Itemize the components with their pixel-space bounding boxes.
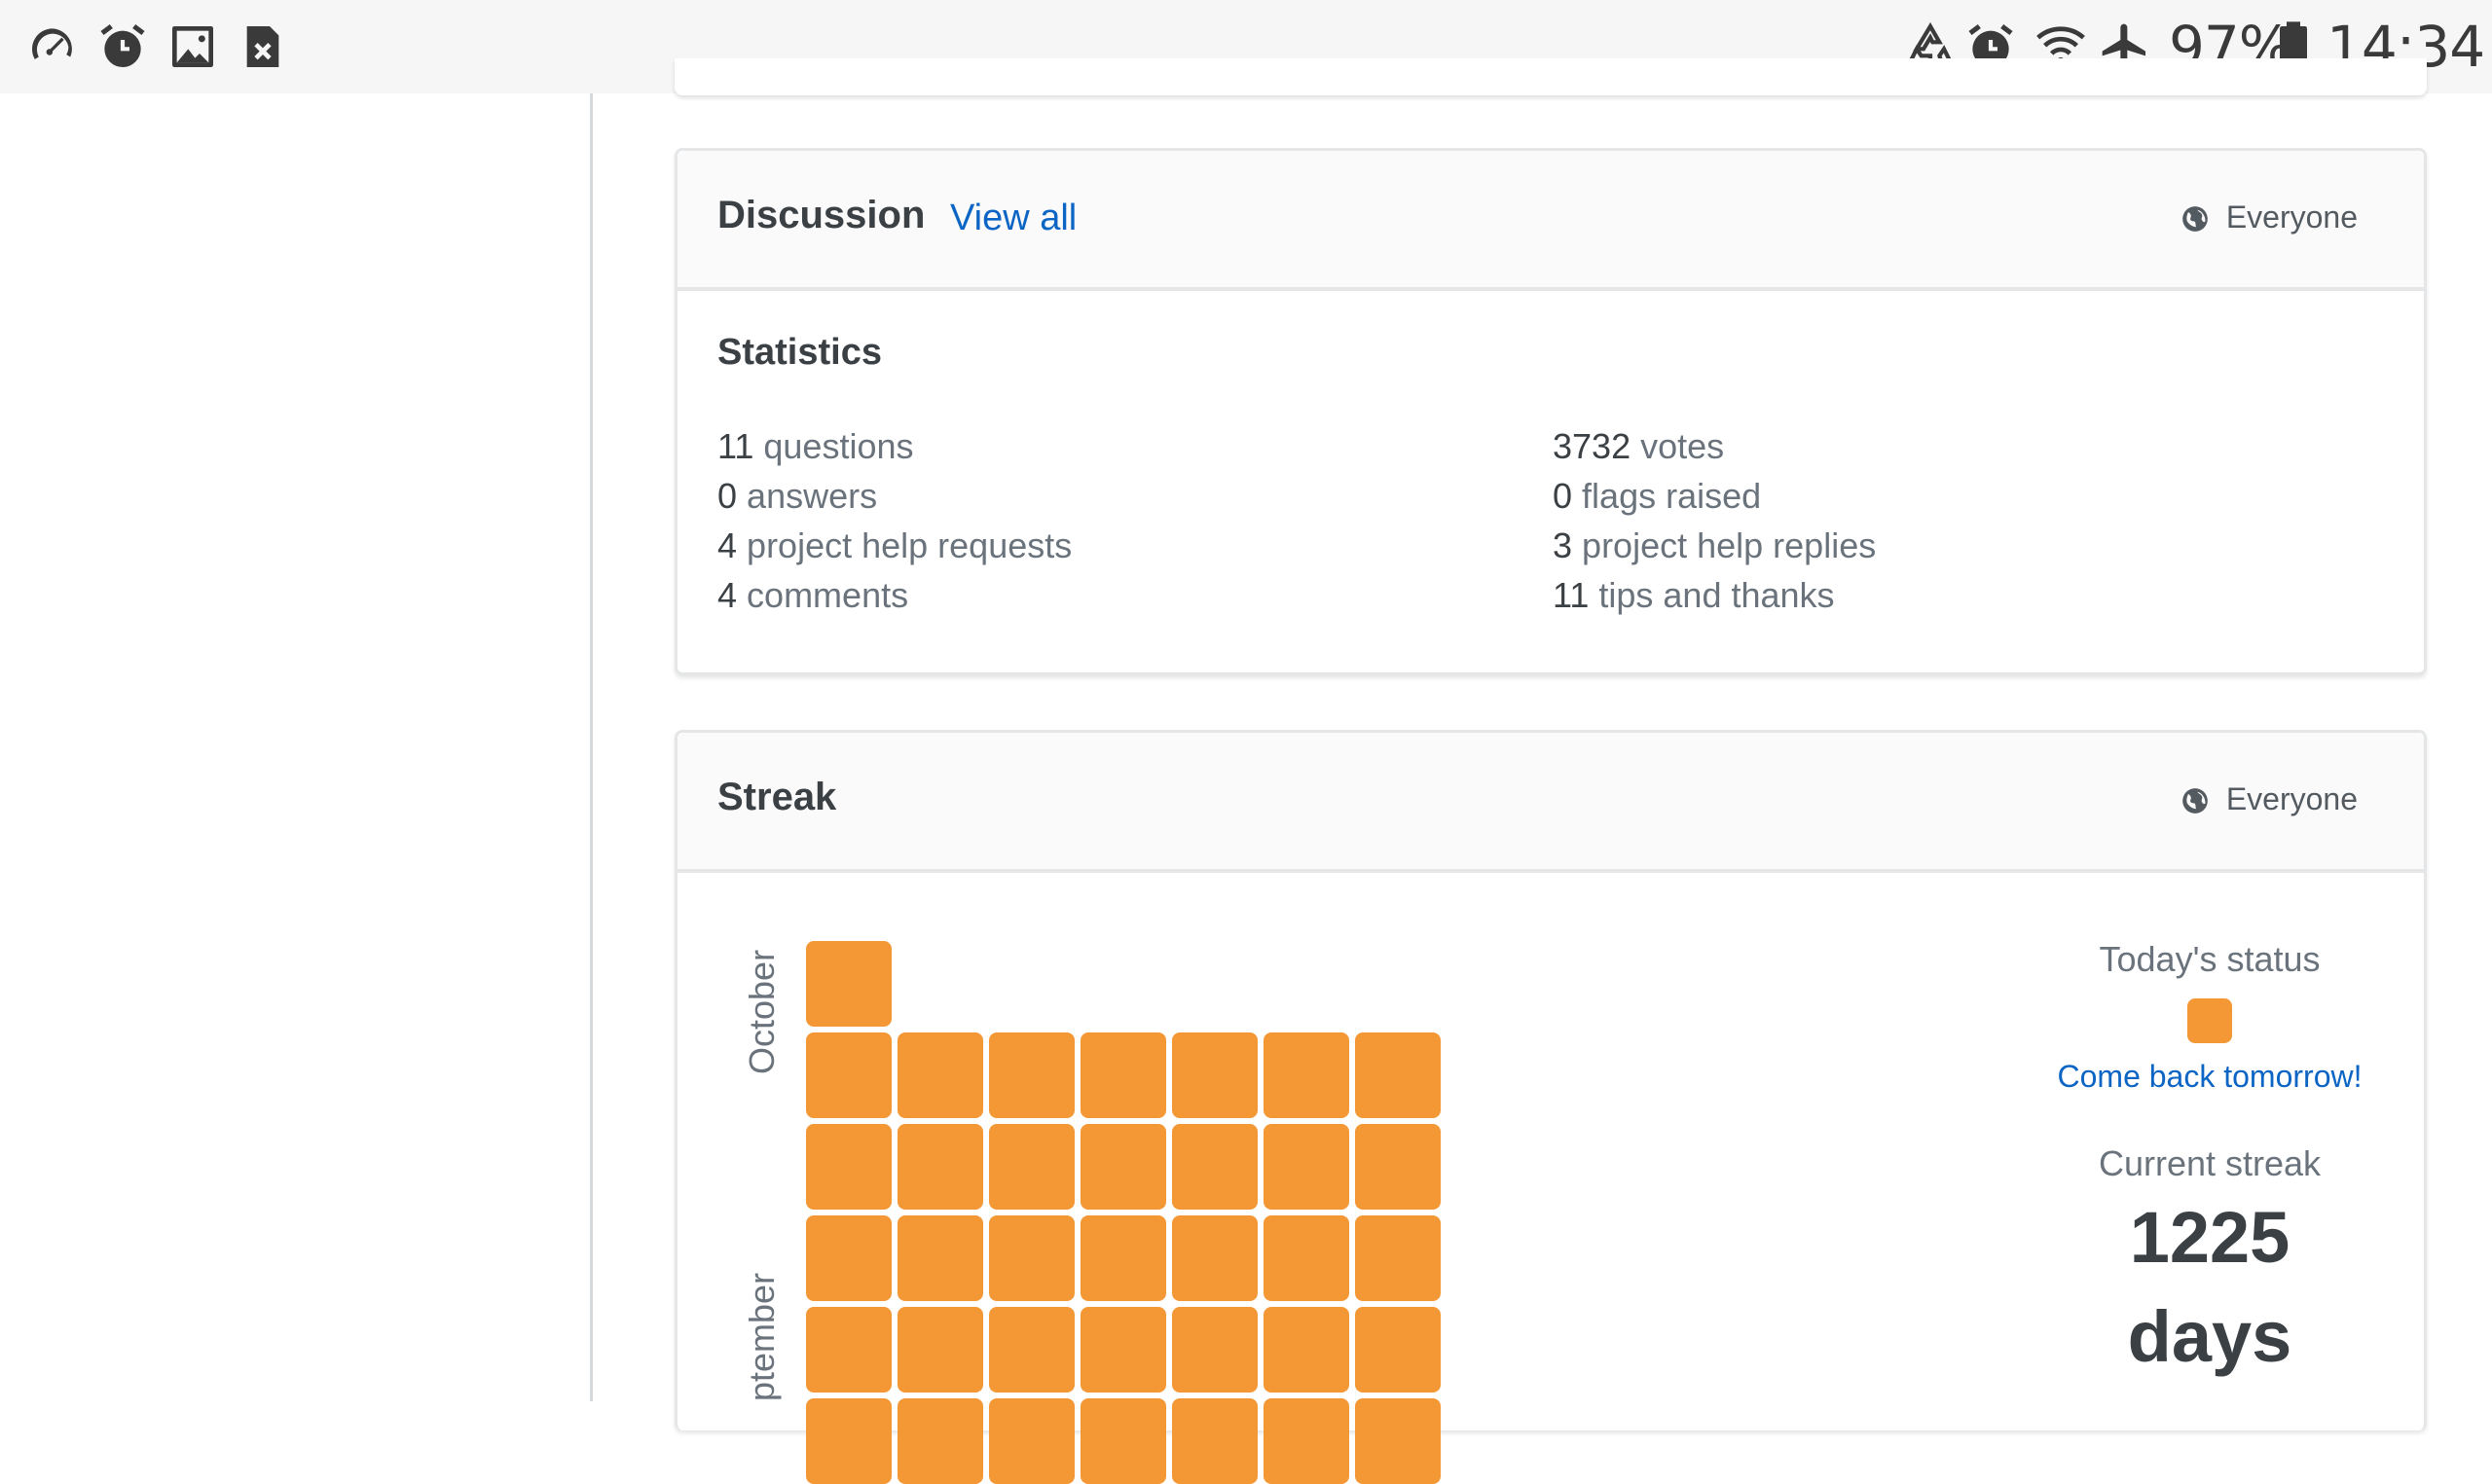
streak-day-cell[interactable] bbox=[1355, 1032, 1441, 1118]
streak-day-cell[interactable] bbox=[806, 1307, 892, 1393]
streak-day-cell[interactable] bbox=[806, 1215, 892, 1301]
streak-day-cell[interactable] bbox=[989, 1215, 1075, 1301]
left-sidebar bbox=[0, 93, 593, 1401]
streak-day-cell[interactable] bbox=[1081, 1032, 1166, 1118]
streak-day-cell[interactable] bbox=[898, 1307, 983, 1393]
streak-visibility[interactable]: Everyone bbox=[2181, 781, 2358, 817]
streak-day-cell[interactable] bbox=[806, 1124, 892, 1210]
streak-day-cell[interactable] bbox=[806, 941, 892, 1027]
previous-card-edge bbox=[675, 58, 2427, 95]
streak-day-cell[interactable] bbox=[1264, 1215, 1349, 1301]
alarm-icon bbox=[95, 19, 150, 74]
streak-title: Streak bbox=[717, 776, 837, 818]
streak-day-cell[interactable] bbox=[1264, 1307, 1349, 1393]
stat-questions: 11 questions bbox=[717, 426, 914, 466]
stat-comments: 4 comments bbox=[717, 575, 909, 615]
streak-day-cell[interactable] bbox=[989, 1398, 1075, 1484]
stat-votes: 3732 votes bbox=[1553, 426, 1725, 466]
streak-day-cell[interactable] bbox=[989, 1307, 1075, 1393]
streak-day-cell[interactable] bbox=[989, 1032, 1075, 1118]
current-streak-unit: days bbox=[2127, 1296, 2292, 1377]
streak-day-cell[interactable] bbox=[898, 1398, 983, 1484]
visibility-label: Everyone bbox=[2225, 781, 2358, 816]
streak-day-cell[interactable] bbox=[1172, 1215, 1258, 1301]
streak-day-cell[interactable] bbox=[1355, 1124, 1441, 1210]
streak-day-cell[interactable] bbox=[1081, 1215, 1166, 1301]
stat-answers: 0 answers bbox=[717, 476, 878, 516]
globe-icon bbox=[2181, 786, 2209, 814]
streak-header: Streak Everyone bbox=[678, 733, 2424, 873]
streak-day-cell[interactable] bbox=[1264, 1398, 1349, 1484]
streak-day-cell[interactable] bbox=[1172, 1124, 1258, 1210]
month-label-october: October bbox=[742, 949, 782, 1074]
visibility-label: Everyone bbox=[2225, 199, 2358, 235]
speedometer-icon bbox=[25, 19, 80, 74]
month-label-september: ptember bbox=[742, 1272, 782, 1401]
streak-day-cell[interactable] bbox=[1355, 1398, 1441, 1484]
view-all-link[interactable]: View all bbox=[950, 198, 1077, 239]
file-close-icon bbox=[236, 19, 290, 74]
streak-day-cell[interactable] bbox=[1172, 1398, 1258, 1484]
stat-flags: 0 flags raised bbox=[1553, 476, 1762, 516]
globe-icon bbox=[2181, 204, 2209, 232]
streak-day-cell[interactable] bbox=[989, 1124, 1075, 1210]
stats-left-column: 11 questions 0 answers 4 project help re… bbox=[717, 421, 1072, 620]
streak-day-cell[interactable] bbox=[898, 1124, 983, 1210]
stat-help-replies: 3 project help replies bbox=[1553, 525, 1877, 565]
streak-day-cell[interactable] bbox=[1355, 1307, 1441, 1393]
streak-day-cell[interactable] bbox=[898, 1215, 983, 1301]
streak-day-cell[interactable] bbox=[1172, 1307, 1258, 1393]
discussion-visibility[interactable]: Everyone bbox=[2181, 199, 2358, 235]
streak-day-cell[interactable] bbox=[1081, 1124, 1166, 1210]
streak-day-cell[interactable] bbox=[898, 1032, 983, 1118]
todays-status-label: Today's status bbox=[2099, 939, 2321, 979]
current-streak-label: Current streak bbox=[2098, 1143, 2322, 1183]
streak-day-cell[interactable] bbox=[806, 1398, 892, 1484]
streak-day-cell[interactable] bbox=[1172, 1032, 1258, 1118]
stat-help-requests: 4 project help requests bbox=[717, 525, 1073, 565]
streak-day-cell[interactable] bbox=[1264, 1124, 1349, 1210]
stat-tips: 11 tips and thanks bbox=[1553, 575, 1835, 615]
come-back-tomorrow-link[interactable]: Come back tomorrow! bbox=[1942, 1055, 2477, 1098]
streak-day-cell[interactable] bbox=[1081, 1307, 1166, 1393]
stats-right-column: 3732 votes 0 flags raised 3 project help… bbox=[1553, 421, 1876, 620]
image-icon bbox=[165, 19, 220, 74]
streak-day-cell[interactable] bbox=[1355, 1215, 1441, 1301]
discussion-card: Discussion View all Everyone Statistics … bbox=[675, 148, 2427, 675]
todays-status-section: Today's status Come back tomorrow! Curre… bbox=[1942, 936, 2477, 1386]
streak-day-cell[interactable] bbox=[806, 1032, 892, 1118]
current-streak-value: 1225 bbox=[2129, 1197, 2290, 1278]
statistics-title: Statistics bbox=[717, 332, 882, 373]
streak-day-cell[interactable] bbox=[1081, 1398, 1166, 1484]
streak-day-cell[interactable] bbox=[1264, 1032, 1349, 1118]
discussion-header: Discussion View all Everyone bbox=[678, 151, 2424, 291]
todays-status-square bbox=[2187, 998, 2232, 1043]
discussion-title: Discussion bbox=[717, 194, 926, 236]
